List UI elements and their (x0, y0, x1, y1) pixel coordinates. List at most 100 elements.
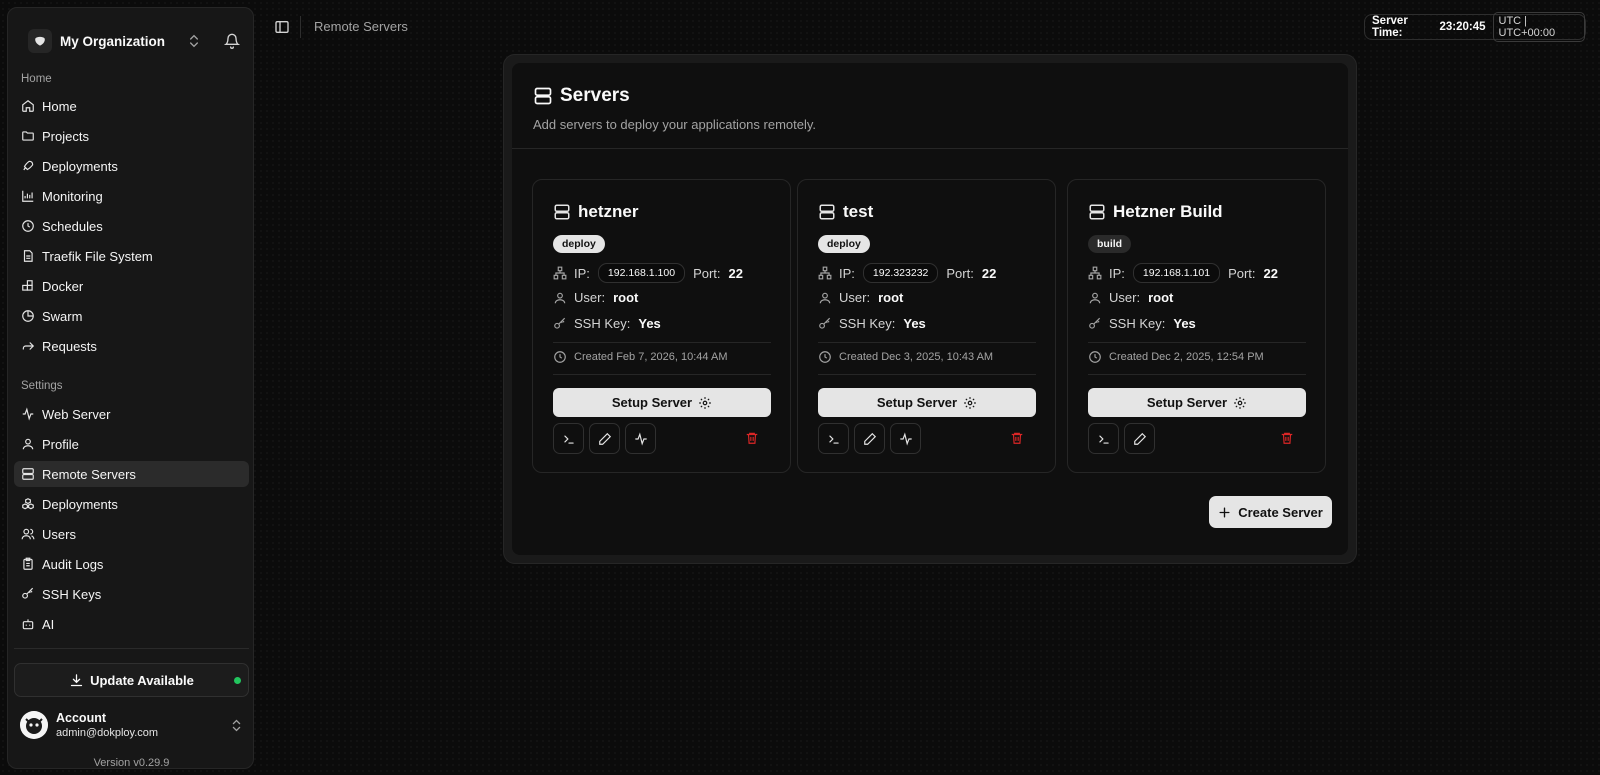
pencil-icon (863, 432, 876, 445)
server-ssh-row: SSH Key: Yes (1088, 316, 1196, 331)
home-nav: Home Projects Deployments Monitoring Sch… (14, 93, 249, 363)
trash-icon[interactable] (1280, 431, 1294, 445)
port-label: Port: (693, 265, 721, 281)
sidebar-item-label: Home (42, 98, 77, 114)
terminal-button[interactable] (553, 423, 584, 454)
ip-label: IP: (839, 265, 855, 281)
sidebar-item-label: Deployments (42, 496, 118, 512)
sidebar-item-audit-logs[interactable]: Audit Logs (14, 551, 249, 577)
org-switcher[interactable]: My Organization (20, 22, 242, 60)
user-value: root (878, 290, 904, 305)
network-icon (553, 266, 567, 280)
sidebar-item-monitoring[interactable]: Monitoring (14, 183, 249, 209)
sidebar-item-traefik[interactable]: Traefik File System (14, 243, 249, 269)
activity-icon (634, 431, 647, 446)
trash-icon[interactable] (745, 431, 759, 445)
account-email: admin@dokploy.com (56, 727, 159, 739)
breadcrumb[interactable]: Remote Servers (314, 19, 408, 34)
port-value: 22 (728, 265, 743, 281)
sidebar-item-label: AI (42, 616, 55, 632)
download-icon (69, 673, 84, 688)
server-card-test: test deploy IP: 192.323232 Port: 22 User… (797, 179, 1056, 473)
sidebar-item-ssh-keys[interactable]: SSH Keys (14, 581, 249, 607)
server-time-label: Server Time: (1372, 15, 1408, 39)
page-heading: Servers (533, 85, 630, 107)
pencil-icon (598, 432, 611, 445)
pie-icon (21, 309, 35, 323)
server-card-hetzner-build: Hetzner Build build IP: 192.168.1.101 Po… (1067, 179, 1326, 473)
file-icon (21, 249, 35, 263)
edit-button[interactable] (1124, 423, 1155, 454)
sidebar-item-label: Users (42, 526, 76, 542)
server-user-row: User: root (818, 290, 903, 305)
terminal-button[interactable] (818, 423, 849, 454)
sidebar-item-schedules[interactable]: Schedules (14, 213, 249, 239)
user-label: User: (1109, 290, 1141, 305)
sidebar-item-swarm[interactable]: Swarm (14, 303, 249, 329)
sidebar-item-users[interactable]: Users (14, 521, 249, 547)
clock-icon (1088, 350, 1102, 364)
clipboard-icon (21, 557, 35, 571)
bell-icon[interactable] (222, 31, 242, 51)
account-menu[interactable]: Account admin@dokploy.com (20, 708, 245, 742)
sidebar-item-deployments[interactable]: Deployments (14, 153, 249, 179)
ssh-key-value: Yes (903, 316, 926, 331)
update-available-button[interactable]: Update Available (14, 663, 249, 697)
page-title: Servers (560, 85, 630, 106)
sidebar-toggle-icon[interactable] (273, 18, 291, 36)
ip-label: IP: (1109, 265, 1125, 281)
sidebar-item-home[interactable]: Home (14, 93, 249, 119)
terminal-button[interactable] (1088, 423, 1119, 454)
edit-button[interactable] (854, 423, 885, 454)
chevrons-up-down-icon[interactable] (227, 716, 245, 734)
server-time-value: 23:20:45 (1439, 21, 1486, 33)
port-label: Port: (1228, 265, 1256, 281)
sidebar-item-profile[interactable]: Profile (14, 431, 249, 457)
user-icon (818, 291, 832, 305)
servers-card: Servers Add servers to deploy your appli… (512, 63, 1348, 555)
trash-icon[interactable] (1010, 431, 1024, 445)
server-name-text: test (843, 202, 874, 221)
setup-server-button[interactable]: Setup Server (553, 388, 771, 417)
sidebar-item-remote-servers[interactable]: Remote Servers (14, 461, 249, 487)
users-icon (21, 527, 35, 541)
key-icon (1088, 317, 1102, 331)
setup-server-button[interactable]: Setup Server (1088, 388, 1306, 417)
home-section-label: Home (21, 73, 52, 85)
sidebar-item-web-server[interactable]: Web Server (14, 401, 249, 427)
server-name: test (818, 202, 873, 222)
card-divider (553, 374, 771, 375)
sidebar-item-label: Projects (42, 128, 89, 144)
sidebar-item-deployments-settings[interactable]: Deployments (14, 491, 249, 517)
gear-icon (698, 396, 712, 410)
sidebar-item-projects[interactable]: Projects (14, 123, 249, 149)
user-value: root (613, 290, 639, 305)
forward-icon (21, 339, 35, 353)
created-date: Created Dec 3, 2025, 10:43 AM (839, 351, 994, 363)
terminal-icon (563, 435, 574, 444)
rocket-icon (21, 159, 35, 173)
server-type-badge: deploy (553, 235, 605, 253)
chart-icon (21, 189, 35, 203)
create-server-button[interactable]: Create Server (1209, 496, 1332, 528)
edit-button[interactable] (589, 423, 620, 454)
network-icon (1088, 266, 1102, 280)
sidebar-item-ai[interactable]: AI (14, 611, 249, 637)
user-label: User: (839, 290, 871, 305)
ip-label: IP: (574, 265, 590, 281)
header-divider (300, 16, 301, 38)
monitoring-button[interactable] (890, 423, 921, 454)
card-divider (818, 374, 1036, 375)
gear-icon (963, 396, 977, 410)
ssh-key-value: Yes (1173, 316, 1196, 331)
server-name-text: hetzner (578, 202, 639, 221)
org-logo-icon (28, 29, 52, 53)
setup-server-button[interactable]: Setup Server (818, 388, 1036, 417)
server-ip-row: IP: 192.168.1.101 Port: 22 (1088, 263, 1278, 283)
sidebar-item-docker[interactable]: Docker (14, 273, 249, 299)
avatar (20, 711, 48, 739)
monitoring-button[interactable] (625, 423, 656, 454)
sidebar-item-requests[interactable]: Requests (14, 333, 249, 359)
setup-label: Setup Server (611, 395, 693, 410)
chevrons-up-down-icon[interactable] (184, 31, 204, 51)
